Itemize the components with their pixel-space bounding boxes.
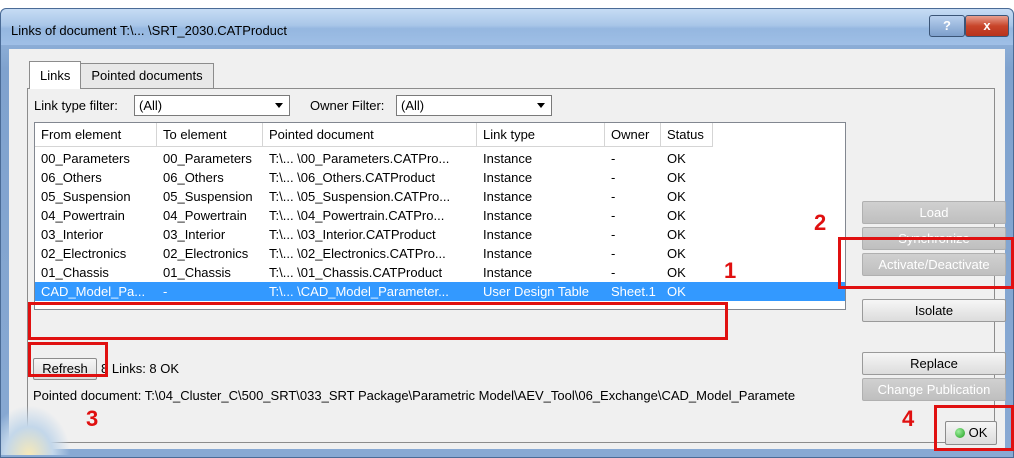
cell-link-type: Instance [483, 265, 533, 280]
window-title: Links of document T:\... \SRT_2030.CATPr… [11, 23, 288, 38]
load-button[interactable]: Load [862, 201, 1006, 224]
owner-filter-label: Owner Filter: [310, 98, 385, 113]
cell-status: OK [667, 246, 686, 261]
tab-strip: Links Pointed documents [29, 61, 214, 89]
title-bar[interactable]: Links of document T:\... \SRT_2030.CATPr… [1, 9, 1013, 45]
cell-owner: Sheet.1 [611, 284, 656, 299]
cell-to-element: - [163, 284, 168, 299]
cell-to-element: 00_Parameters [163, 151, 252, 166]
column-status[interactable]: Status [661, 123, 713, 147]
cell-to-element: 03_Interior [163, 227, 226, 242]
isolate-button[interactable]: Isolate [862, 299, 1006, 322]
link-type-filter-select[interactable]: (All) [134, 95, 290, 116]
annotation-box-selected-row [28, 302, 728, 340]
column-owner[interactable]: Owner [605, 123, 661, 147]
annotation-box-refresh [28, 342, 108, 377]
cell-pointed-document: T:\... \03_Interior.CATProduct [269, 227, 436, 242]
start-orb-decoration [1, 405, 71, 455]
table-row[interactable]: 03_Interior 03_Interior T:\... \03_Interio… [35, 225, 845, 244]
cell-from-element: 06_Others [41, 170, 102, 185]
cell-owner: - [611, 246, 616, 261]
cell-status: OK [667, 265, 686, 280]
cell-pointed-document: T:\... \06_Others.CATProduct [269, 170, 435, 185]
link-type-filter-value: (All) [139, 98, 163, 113]
column-pointed-document[interactable]: Pointed document [263, 123, 477, 147]
cell-owner: - [611, 208, 616, 223]
column-from-element[interactable]: From element [35, 123, 157, 147]
cell-from-element: CAD_Model_Pa... [41, 284, 146, 299]
cell-pointed-document: T:\... \05_Suspension.CATPro... [269, 189, 451, 204]
list-header: From element To element Pointed document… [35, 123, 845, 147]
table-row[interactable]: CAD_Model_Pa... - T:\... \CAD_Model_Parame… [35, 282, 845, 301]
annotation-number-3: 3 [86, 406, 99, 431]
links-summary: 8 Links: 8 OK [101, 361, 180, 376]
owner-filter-select[interactable]: (All) [396, 95, 552, 116]
cell-link-type: User Design Table [483, 284, 589, 299]
owner-filter-value: (All) [401, 98, 425, 113]
cell-owner: - [611, 227, 616, 242]
cell-to-element: 06_Others [163, 170, 224, 185]
pointed-document-path: Pointed document: T:\04_Cluster_C\500_SR… [33, 388, 796, 403]
link-type-filter-label: Link type filter: [34, 98, 118, 113]
cell-link-type: Instance [483, 151, 533, 166]
cell-pointed-document: T:\... \CAD_Model_Parameter... [269, 284, 449, 299]
cell-status: OK [667, 227, 686, 242]
chevron-down-icon [275, 103, 283, 108]
cell-status: OK [667, 284, 686, 299]
cell-owner: - [611, 151, 616, 166]
replace-button[interactable]: Replace [862, 352, 1006, 375]
cell-link-type: Instance [483, 170, 533, 185]
table-row[interactable]: 05_Suspension 05_Suspension T:\... \05_Sus… [35, 187, 845, 206]
dialog-window: Links of document T:\... \SRT_2030.CATPr… [0, 8, 1014, 458]
table-row[interactable]: 06_Others 06_Others T:\... \06_Others.CATP… [35, 168, 845, 187]
cell-from-element: 01_Chassis [41, 265, 109, 280]
table-row[interactable]: 00_Parameters 00_Parameters T:\... \00_Par… [35, 149, 845, 168]
cell-link-type: Instance [483, 246, 533, 261]
table-row[interactable]: 04_Powertrain 04_Powertrain T:\... \04_Pow… [35, 206, 845, 225]
column-to-element[interactable]: To element [157, 123, 263, 147]
close-button[interactable]: x [965, 15, 1009, 37]
cell-pointed-document: T:\... \01_Chassis.CATProduct [269, 265, 443, 280]
tab-pointed-documents[interactable]: Pointed documents [80, 63, 214, 89]
cell-status: OK [667, 189, 686, 204]
annotation-number-2: 2 [814, 210, 827, 235]
cell-to-element: 02_Electronics [163, 246, 249, 261]
annotation-box-ok [934, 405, 1014, 451]
cell-owner: - [611, 265, 616, 280]
annotation-box-isolate [838, 237, 1014, 289]
cell-to-element: 01_Chassis [163, 265, 231, 280]
cell-pointed-document: T:\... \04_Powertrain.CATPro... [269, 208, 445, 223]
cell-link-type: Instance [483, 208, 533, 223]
cell-to-element: 05_Suspension [163, 189, 253, 204]
annotation-number-1: 1 [724, 258, 737, 283]
cell-link-type: Instance [483, 227, 533, 242]
cell-from-element: 05_Suspension [41, 189, 131, 204]
cell-to-element: 04_Powertrain [163, 208, 247, 223]
cell-pointed-document: T:\... \00_Parameters.CATPro... [269, 151, 450, 166]
cell-from-element: 03_Interior [41, 227, 104, 242]
column-link-type[interactable]: Link type [477, 123, 605, 147]
chevron-down-icon [537, 103, 545, 108]
cell-link-type: Instance [483, 189, 533, 204]
help-button[interactable]: ? [929, 15, 965, 37]
cell-status: OK [667, 208, 686, 223]
cell-from-element: 04_Powertrain [41, 208, 125, 223]
tab-links[interactable]: Links [29, 61, 82, 89]
cell-from-element: 00_Parameters [41, 151, 130, 166]
cell-owner: - [611, 170, 616, 185]
cell-owner: - [611, 189, 616, 204]
cell-status: OK [667, 151, 686, 166]
annotation-number-4: 4 [902, 406, 915, 431]
cell-pointed-document: T:\... \02_Electronics.CATPro... [269, 246, 446, 261]
cell-from-element: 02_Electronics [41, 246, 127, 261]
cell-status: OK [667, 170, 686, 185]
